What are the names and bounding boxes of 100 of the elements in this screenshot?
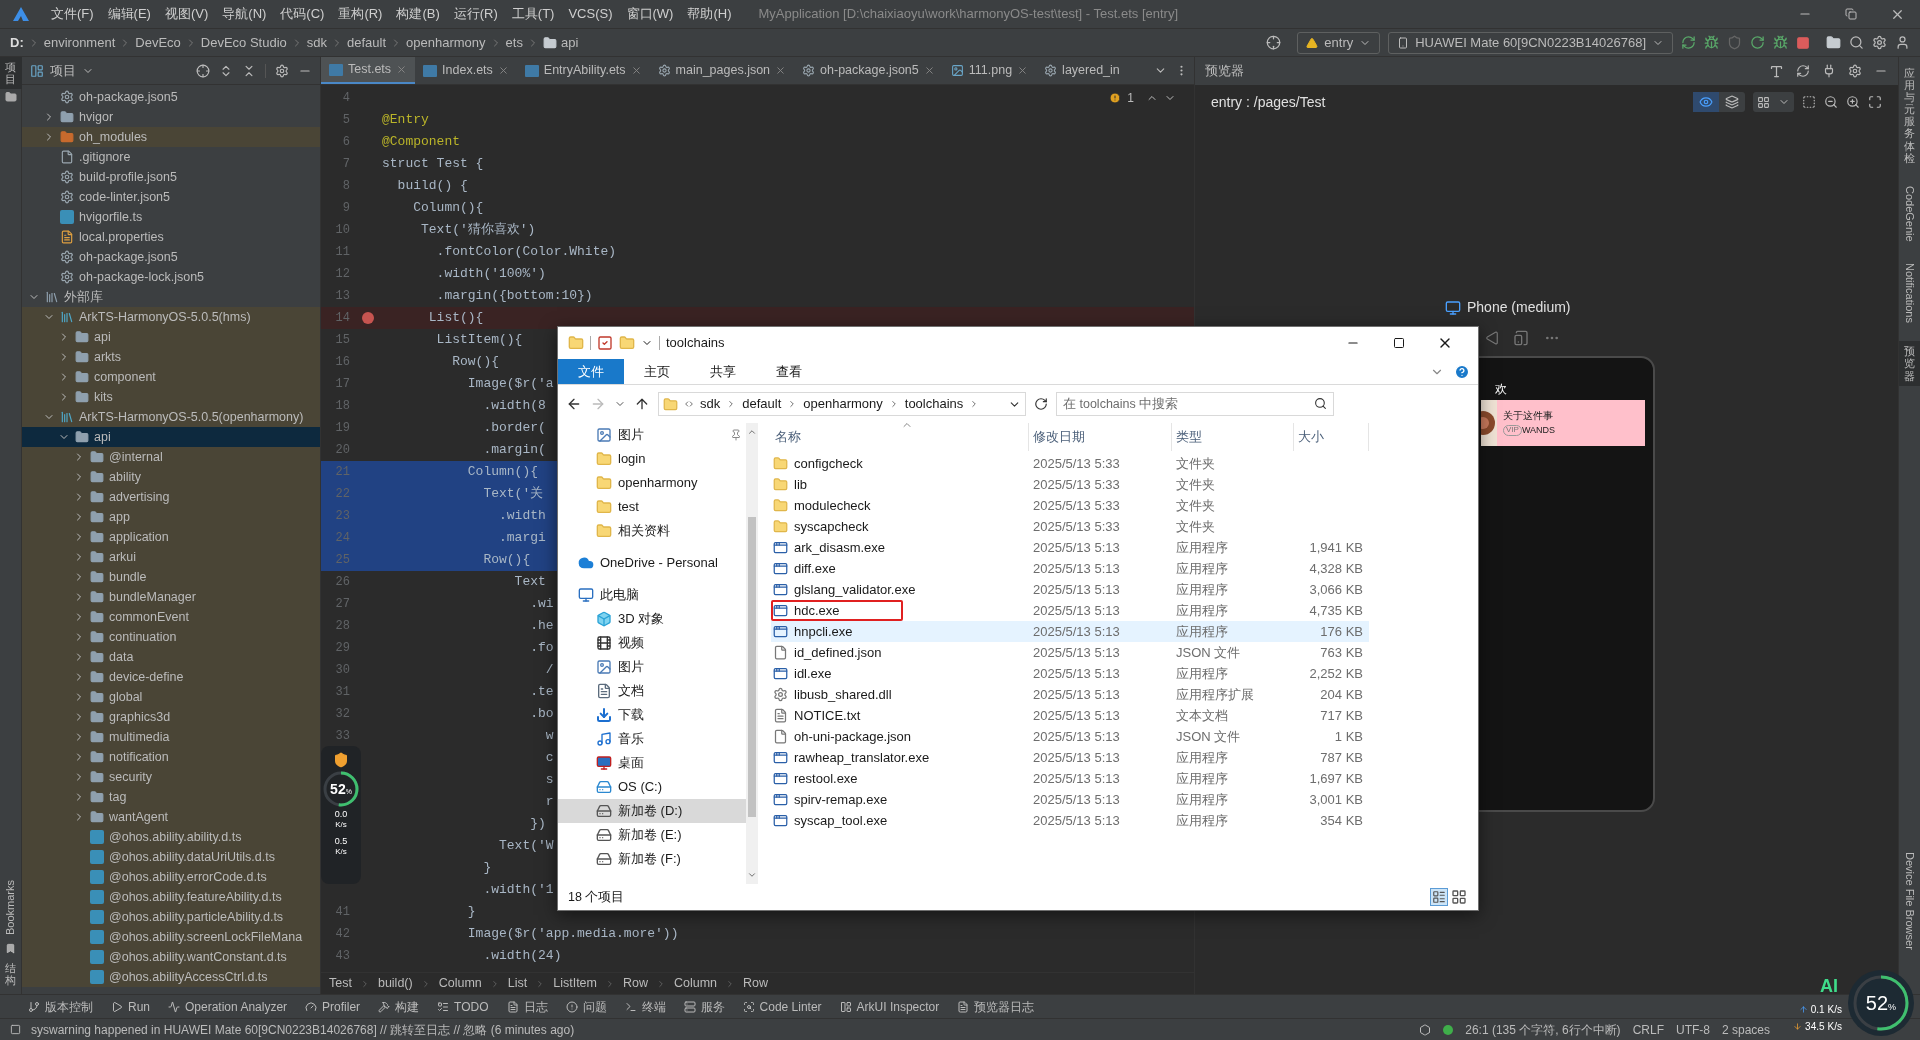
stop-icon[interactable] [1796, 35, 1810, 50]
properties-icon[interactable] [597, 335, 613, 351]
breadcrumb-item[interactable]: ListItem [553, 974, 597, 993]
run-config-dropdown[interactable]: entry [1297, 31, 1381, 54]
tree-item[interactable]: @ohos.ability.ability.d.ts [22, 827, 320, 847]
tool-window-button[interactable]: Run [111, 997, 150, 1016]
breadcrumb-item[interactable]: default [347, 32, 387, 53]
tree-item[interactable]: hvigorfile.ts [22, 207, 320, 227]
file-row[interactable]: libusb_shared.dll 2025/5/13 5:13 应用程序扩展 204 KB [771, 684, 1369, 705]
tree-item[interactable]: device-define [22, 667, 320, 687]
tree-item[interactable]: commonEvent [22, 607, 320, 627]
tree-item[interactable]: continuation [22, 627, 320, 647]
tree-item[interactable]: advertising [22, 487, 320, 507]
column-header[interactable]: 大小 [1294, 423, 1369, 451]
breadcrumb-item[interactable]: api [560, 32, 579, 53]
zoom-out-icon[interactable] [1824, 95, 1838, 109]
tool-window-button[interactable]: ArkUI Inspector [839, 997, 940, 1016]
settings-icon[interactable] [275, 63, 289, 78]
breadcrumb-item[interactable]: List [507, 974, 528, 993]
menu-item[interactable]: 编辑(E) [100, 4, 158, 24]
tree-item[interactable]: wantAgent [22, 807, 320, 827]
device-dropdown[interactable]: HUAWEI Mate 60[9CN0223B14026768] [1388, 31, 1673, 54]
account-icon[interactable] [1895, 35, 1910, 50]
nav-item[interactable]: openharmony [558, 471, 746, 495]
tool-window-button[interactable]: Profiler [305, 997, 361, 1016]
editor-tab[interactable]: Test.ets [321, 57, 416, 84]
file-encoding[interactable]: UTF-8 [1675, 1020, 1710, 1039]
file-row[interactable]: id_defined.json 2025/5/13 5:13 JSON 文件 763 KB [771, 642, 1369, 663]
project-structure-icon[interactable] [1826, 35, 1841, 50]
menu-item[interactable]: 帮助(H) [680, 4, 739, 24]
file-row[interactable]: hdc.exe 2025/5/13 5:13 应用程序 4,735 KB [771, 600, 1369, 621]
editor-tab[interactable]: oh-package.json5 [794, 57, 943, 84]
file-row[interactable]: oh-uni-package.json 2025/5/13 5:13 JSON 文件 1 KB [771, 726, 1369, 747]
tool-window-button[interactable]: 预览器日志 [957, 997, 1035, 1016]
zoom-in-icon[interactable] [1846, 95, 1860, 109]
tree-item[interactable]: notification [22, 747, 320, 767]
details-view-icon[interactable] [1430, 888, 1448, 906]
tree-item[interactable]: @ohos.ability.dataUriUtils.d.ts [22, 847, 320, 867]
breadcrumb-item[interactable]: openharmony [406, 32, 486, 53]
menu-item[interactable]: 构建(B) [389, 4, 447, 24]
nav-item[interactable]: 图片 [558, 423, 746, 447]
nav-item[interactable]: OneDrive - Personal [558, 551, 746, 575]
nav-item[interactable]: 新加卷 (E:) [558, 823, 746, 847]
tree-item[interactable]: ArkTS-HarmonyOS-5.0.5(openharmony) [22, 407, 320, 427]
path-segment[interactable]: default [742, 394, 782, 414]
tool-window-tab[interactable]: Device File Browser [1901, 852, 1918, 950]
debug-icon[interactable] [1704, 35, 1719, 50]
column-header[interactable]: 类型 [1172, 423, 1294, 451]
menu-item[interactable]: 窗口(W) [619, 4, 681, 24]
column-header[interactable]: 修改日期 [1029, 423, 1172, 451]
tree-item[interactable]: @internal [22, 447, 320, 467]
close-tab-icon[interactable] [396, 64, 408, 75]
tree-item[interactable]: component [22, 367, 320, 387]
settings-icon[interactable] [1848, 64, 1862, 78]
tool-window-tab[interactable]: 应用与元服务体检 [1898, 63, 1920, 168]
ribbon-tab[interactable]: 共享 [690, 359, 756, 384]
fullscreen-icon[interactable] [1868, 95, 1882, 109]
editor-tab[interactable]: 111.png [942, 57, 1037, 84]
ribbon-tab[interactable]: 主页 [624, 359, 690, 384]
close-tab-icon[interactable] [923, 65, 935, 76]
apply-changes-icon[interactable] [1750, 35, 1765, 50]
file-row[interactable]: NOTICE.txt 2025/5/13 5:13 文本文档 717 KB [771, 705, 1369, 726]
breadcrumb-item[interactable]: sdk [306, 32, 328, 53]
breadcrumb-item[interactable]: Row [743, 974, 769, 993]
tool-window-button[interactable]: 构建 [378, 997, 420, 1016]
menu-item[interactable]: 视图(V) [157, 4, 216, 24]
menu-item[interactable]: 文件(F) [44, 4, 101, 24]
ribbon-tab[interactable]: 查看 [756, 359, 822, 384]
file-row[interactable]: ark_disasm.exe 2025/5/13 5:13 应用程序 1,941 KB [771, 537, 1369, 558]
tree-item[interactable]: graphics3d [22, 707, 320, 727]
breadcrumb-item[interactable]: Column [674, 974, 718, 993]
tree-item[interactable]: arkui [22, 547, 320, 567]
tree-item[interactable]: bundle [22, 567, 320, 587]
file-row[interactable]: diff.exe 2025/5/13 5:13 应用程序 4,328 KB [771, 558, 1369, 579]
column-header[interactable]: 名称 [771, 423, 1029, 451]
file-row[interactable]: restool.exe 2025/5/13 5:13 应用程序 1,697 KB [771, 768, 1369, 789]
search-field[interactable]: 在 toolchains 中搜索 [1056, 392, 1334, 416]
nav-item[interactable]: 下载 [558, 703, 746, 727]
nav-item[interactable]: 图片 [558, 655, 746, 679]
tool-window-tab[interactable]: Notifications [1898, 259, 1920, 328]
tree-item[interactable]: global [22, 687, 320, 707]
file-row[interactable]: hnpcli.exe 2025/5/13 5:13 应用程序 176 KB [771, 621, 1369, 642]
address-bar[interactable]: sdk default openharmony toolchains [658, 392, 1026, 416]
tree-item[interactable]: code-linter.json5 [22, 187, 320, 207]
tree-item[interactable]: multimedia [22, 727, 320, 747]
file-row[interactable]: spirv-remap.exe 2025/5/13 5:13 应用程序 3,001 KB [771, 789, 1369, 810]
nav-item[interactable]: 3D 对象 [558, 607, 746, 631]
editor-tab[interactable]: main_pages.json [649, 57, 795, 84]
menu-item[interactable]: 导航(N) [215, 4, 274, 24]
scroll-down-icon[interactable] [747, 870, 757, 880]
tree-item[interactable]: ArkTS-HarmonyOS-5.0.5(hms) [22, 307, 320, 327]
help-icon[interactable] [1454, 363, 1470, 380]
breadcrumb-item[interactable]: ets [505, 32, 523, 53]
status-message[interactable]: syswarning happened in HUAWEI Mate 60[9CN0223B14026768] // 跳转至日志 // 忽略 (6 minutes ago) [31, 1020, 575, 1039]
indent-setting[interactable]: 2 spaces [1721, 1020, 1770, 1039]
file-row[interactable]: lib 2025/5/13 5:33 文件夹 [771, 474, 1369, 495]
editor-tab[interactable]: EntryAbility.ets [516, 57, 650, 84]
tree-item[interactable]: kits [22, 387, 320, 407]
tool-window-tab[interactable]: 项目 [0, 57, 22, 90]
tree-item[interactable]: api [22, 427, 320, 447]
